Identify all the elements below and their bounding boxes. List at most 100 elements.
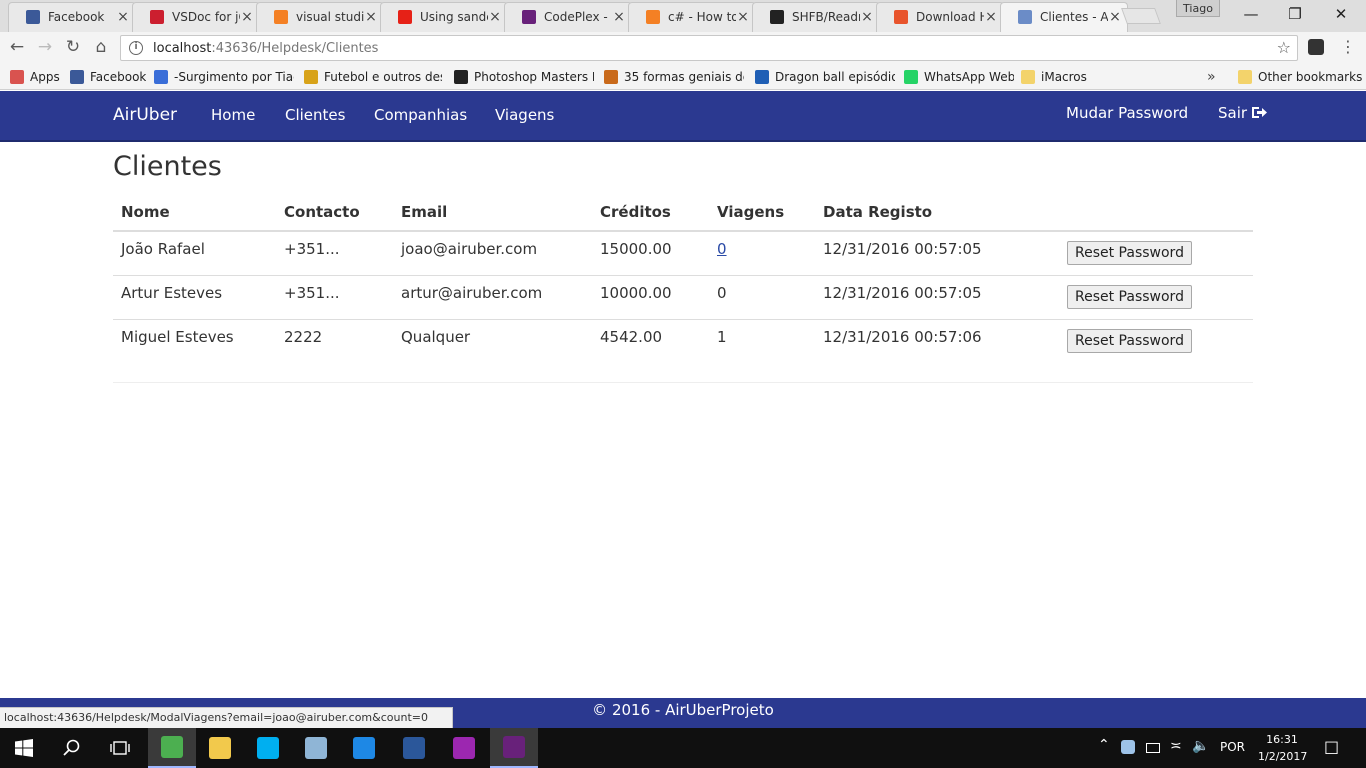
wifi-icon[interactable]: ≍ xyxy=(1170,738,1182,754)
url-host: localhost xyxy=(153,40,212,56)
logout-link[interactable]: Sair xyxy=(1218,104,1268,122)
tab-close-icon[interactable]: × xyxy=(488,9,502,25)
cell-email: artur@airuber.com xyxy=(393,274,592,319)
table-header-row: Nome Contacto Email Créditos Viagens Dat… xyxy=(113,192,1253,232)
bookmark-label: iMacros xyxy=(1041,70,1087,84)
menu-icon[interactable]: ⋮ xyxy=(1340,38,1356,56)
taskbar-app[interactable] xyxy=(244,728,292,768)
extension-icon[interactable] xyxy=(1308,39,1324,55)
tab-title: CodePlex - xyxy=(544,10,608,24)
page-title: Clientes xyxy=(113,151,222,182)
nav-companhias[interactable]: Companhias xyxy=(374,106,467,124)
folder-icon xyxy=(1238,70,1252,84)
column-header-creditos: Créditos xyxy=(592,192,709,232)
bookmark-item[interactable]: Photoshop Masters Pack xyxy=(454,68,594,86)
cell-contacto: +351... xyxy=(276,274,393,319)
tab-title: Facebook xyxy=(48,10,105,24)
forward-icon[interactable]: → xyxy=(34,36,56,58)
tab-close-icon[interactable]: × xyxy=(364,9,378,25)
task-view-button[interactable] xyxy=(96,728,144,768)
logout-icon xyxy=(1252,107,1268,118)
bookmark-item[interactable]: Apps xyxy=(10,68,62,86)
cell-actions: Reset Password xyxy=(1059,318,1253,363)
taskbar-app[interactable] xyxy=(340,728,388,768)
cell-email: Qualquer xyxy=(393,318,592,363)
bookmarks-overflow-icon[interactable]: » xyxy=(1207,68,1216,86)
tab-close-icon[interactable]: × xyxy=(116,9,130,25)
globe-icon xyxy=(154,70,168,84)
eye-icon xyxy=(604,70,618,84)
browser-tab[interactable]: Clientes - AirUber× xyxy=(1000,2,1128,32)
tab-close-icon[interactable]: × xyxy=(736,9,750,25)
taskbar-app[interactable] xyxy=(490,728,538,768)
home-icon[interactable]: ⌂ xyxy=(90,36,112,58)
bookmark-item[interactable]: Facebook xyxy=(70,68,146,86)
tab-close-icon[interactable]: × xyxy=(984,9,998,25)
app-icon xyxy=(305,737,327,759)
bookmark-item[interactable]: WhatsApp Web xyxy=(904,68,1014,86)
search-button[interactable] xyxy=(48,728,96,768)
browser-tab[interactable]: VSDoc for jQ× xyxy=(132,2,260,32)
taskbar-app[interactable] xyxy=(196,728,244,768)
nav-clientes[interactable]: Clientes xyxy=(285,106,345,124)
cell-data-registo: 12/31/2016 00:57:05 xyxy=(823,240,982,258)
restore-icon[interactable]: ❐ xyxy=(1272,0,1318,30)
bookmark-star-icon[interactable]: ☆ xyxy=(1277,38,1291,57)
battery-icon[interactable] xyxy=(1146,743,1160,753)
info-icon[interactable]: i xyxy=(129,41,143,55)
bookmark-item[interactable]: iMacros xyxy=(1021,68,1091,86)
facebook-icon xyxy=(26,10,40,24)
task-view-icon xyxy=(110,741,130,755)
browser-tab[interactable]: SHFB/Readme× xyxy=(752,2,880,32)
column-header-viagens: Viagens xyxy=(709,192,815,232)
reset-password-button[interactable]: Reset Password xyxy=(1067,284,1192,309)
language-indicator[interactable]: POR xyxy=(1220,740,1245,754)
browser-tab[interactable]: CodePlex - × xyxy=(504,2,632,32)
profile-button[interactable]: Tiago xyxy=(1176,0,1220,17)
cell-actions: Reset Password xyxy=(1059,231,1253,275)
start-button[interactable] xyxy=(0,728,48,768)
taskbar-app[interactable] xyxy=(440,728,488,768)
nav-viagens[interactable]: Viagens xyxy=(495,106,554,124)
tab-close-icon[interactable]: × xyxy=(240,9,254,25)
clock-time: 16:31 xyxy=(1266,733,1298,746)
brand-link[interactable]: AirUber xyxy=(113,105,177,125)
taskbar-app[interactable] xyxy=(390,728,438,768)
new-tab-button[interactable] xyxy=(1121,8,1161,24)
other-bookmarks[interactable]: Other bookmarks xyxy=(1238,68,1362,86)
taskbar-app[interactable] xyxy=(292,728,340,768)
reset-password-button[interactable]: Reset Password xyxy=(1067,328,1192,353)
folder-icon xyxy=(1021,70,1035,84)
tab-close-icon[interactable]: × xyxy=(860,9,874,25)
tray-app-icon[interactable] xyxy=(1121,740,1135,754)
browser-tab[interactable]: c# - How to × xyxy=(628,2,756,32)
nav-home[interactable]: Home xyxy=(211,106,255,124)
notifications-icon[interactable]: □ xyxy=(1324,737,1339,756)
tab-close-icon[interactable]: × xyxy=(1108,9,1122,25)
bookmark-label: Dragon ball episódios xyxy=(775,70,895,84)
address-bar[interactable]: i localhost:43636/Helpdesk/Clientes ☆ xyxy=(120,35,1298,61)
minimize-icon[interactable]: — xyxy=(1228,0,1274,30)
taskbar-app[interactable] xyxy=(148,728,196,768)
taskbar-clock[interactable]: 16:31 1/2/2017 xyxy=(1258,731,1308,765)
tray-overflow-icon[interactable]: ⌃ xyxy=(1098,737,1110,753)
bookmark-item[interactable]: Futebol e outros desportos xyxy=(304,68,442,86)
bookmark-item[interactable]: Dragon ball episódios xyxy=(755,68,895,86)
clock-date: 1/2/2017 xyxy=(1258,750,1308,763)
browser-tab[interactable]: Download Help× xyxy=(876,2,1004,32)
browser-tab[interactable]: Using sandcastle× xyxy=(380,2,508,32)
tab-close-icon[interactable]: × xyxy=(612,9,626,25)
reset-password-button[interactable]: Reset Password xyxy=(1067,241,1192,265)
close-window-icon[interactable]: ✕ xyxy=(1318,0,1364,30)
change-password-link[interactable]: Mudar Password xyxy=(1066,104,1188,122)
viagens-link[interactable]: 0 xyxy=(717,240,727,258)
tab-title: VSDoc for jQ xyxy=(172,10,240,24)
bookmark-label: Futebol e outros desportos xyxy=(324,70,442,84)
bookmark-item[interactable]: -Surgimento por Tiago xyxy=(154,68,294,86)
browser-tab[interactable]: visual studio× xyxy=(256,2,384,32)
browser-tab[interactable]: Facebook × xyxy=(8,2,136,32)
back-icon[interactable]: ← xyxy=(6,36,28,58)
volume-icon[interactable]: 🔈 xyxy=(1192,738,1209,754)
reload-icon[interactable]: ↻ xyxy=(62,36,84,58)
bookmark-item[interactable]: 35 formas geniais de xyxy=(604,68,744,86)
